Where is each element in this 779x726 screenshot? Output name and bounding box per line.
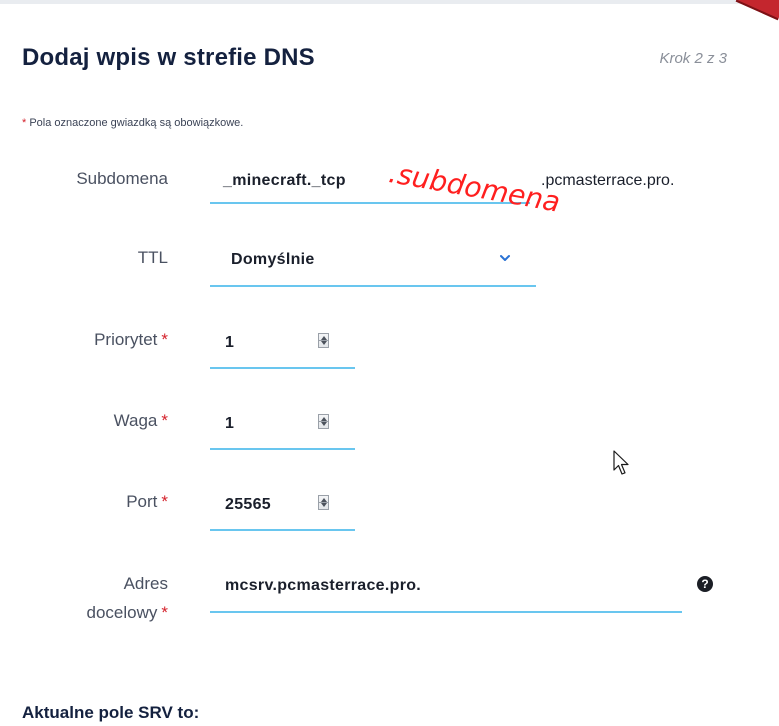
port-row: Port * 25565: [0, 487, 779, 532]
weight-row: Waga * 1: [0, 406, 779, 451]
port-label: Port *: [126, 492, 168, 511]
page-title: Dodaj wpis w strefie DNS: [22, 44, 315, 71]
spinner-arrows-icon[interactable]: [318, 333, 329, 348]
corner-accent: [735, 0, 779, 21]
target-label: Adres docelowy *: [86, 574, 169, 622]
subdomain-value: _minecraft._tcp: [223, 172, 346, 189]
mouse-pointer-icon: [613, 450, 629, 475]
weight-value: 1: [225, 415, 235, 432]
weight-input[interactable]: 1: [210, 406, 355, 450]
priority-label: Priorytet *: [94, 330, 168, 349]
ttl-label: TTL: [137, 248, 168, 267]
required-star: *: [161, 492, 168, 511]
required-star: *: [22, 117, 27, 129]
priority-row: Priorytet * 1: [0, 325, 779, 370]
window-top-edge: [0, 0, 779, 4]
handwritten-annotation: .subdomena: [386, 163, 562, 219]
subdomain-label: Subdomena: [76, 169, 168, 188]
port-input[interactable]: 25565: [210, 487, 355, 531]
required-star: *: [161, 411, 168, 430]
required-star: *: [161, 330, 168, 349]
question-circle-icon[interactable]: ?: [697, 576, 713, 592]
priority-input[interactable]: 1: [210, 325, 355, 369]
required-star: *: [161, 603, 168, 622]
port-value: 25565: [225, 496, 271, 513]
chevron-down-icon[interactable]: [498, 251, 512, 265]
ttl-row: TTL Domyślnie: [0, 243, 779, 288]
target-address-input[interactable]: mcsrv.pcmasterrace.pro.: [210, 569, 682, 613]
required-fields-note: * Pola oznaczone gwiazdką są obowiązkowe…: [22, 117, 243, 129]
spinner-arrows-icon[interactable]: [318, 414, 329, 429]
target-row: Adres docelowy * mcsrv.pcmasterrace.pro. …: [0, 569, 779, 639]
step-indicator: Krok 2 z 3: [659, 50, 727, 67]
handwritten-annotation-text: .subdomena: [386, 163, 562, 219]
target-address-value: mcsrv.pcmasterrace.pro.: [225, 577, 422, 594]
priority-value: 1: [225, 334, 235, 351]
srv-summary-title: Aktualne pole SRV to:: [22, 703, 200, 722]
weight-label: Waga *: [113, 411, 168, 430]
required-note-text: Pola oznaczone gwiazdką są obowiązkowe.: [29, 117, 244, 129]
ttl-selected-value: Domyślnie: [231, 251, 315, 268]
spinner-arrows-icon[interactable]: [318, 495, 329, 510]
ttl-select[interactable]: Domyślnie: [210, 243, 536, 287]
